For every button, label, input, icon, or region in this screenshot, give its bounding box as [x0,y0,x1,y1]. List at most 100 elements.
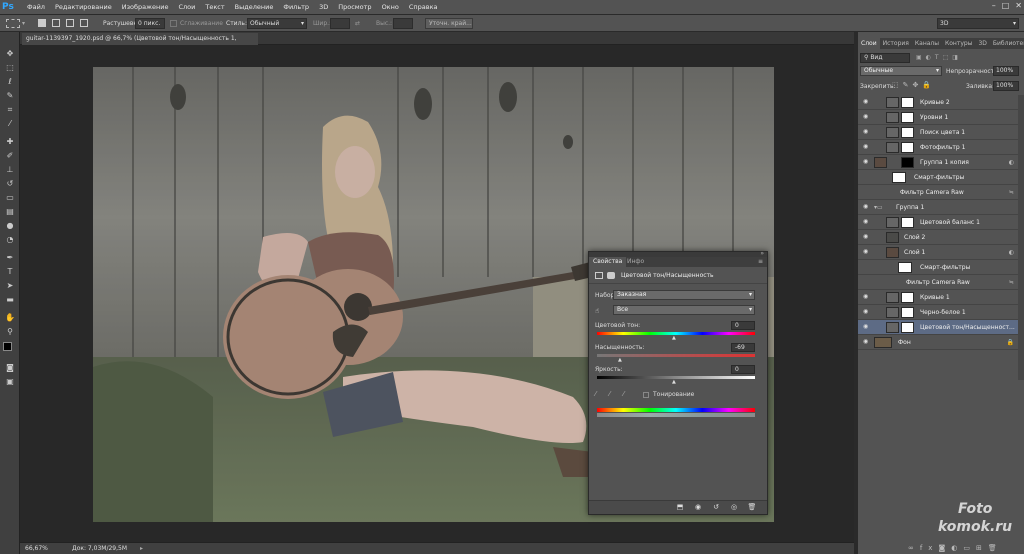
channel-select[interactable]: Все ▾ [613,305,755,315]
menu-edit[interactable]: Редактирование [50,0,117,15]
quick-select-tool-icon[interactable]: ✎ [4,90,16,102]
saturation-input[interactable]: -69 [731,343,755,352]
eye-icon[interactable]: ◉ [863,339,870,345]
eye-icon[interactable]: ◉ [863,309,870,315]
marquee-tool-icon[interactable]: ⬚ [4,62,16,74]
preset-select[interactable]: Заказная ▾ [613,290,755,300]
screen-mode-icon[interactable]: ▣ [4,376,16,388]
path-select-tool-icon[interactable]: ➤ [4,280,16,292]
healing-brush-tool-icon[interactable]: ✚ [4,136,16,148]
fill-input[interactable]: 100% [993,81,1019,91]
layer-row[interactable]: ◉ Черно-белое 1 [858,305,1018,320]
layer-row[interactable]: ◉ ▾▭ Группа 1 [858,200,1018,215]
eye-icon[interactable]: ◉ [863,144,870,150]
gradient-tool-icon[interactable]: ▤ [4,206,16,218]
layers-footer-icons[interactable]: ∞fx◙◐▭⊞🗑 [908,542,1024,554]
saturation-slider-thumb[interactable]: ▲ [618,357,622,363]
eye-icon[interactable]: ◉ [863,204,870,210]
eye-icon[interactable]: ◉ [863,324,870,330]
status-arrow-icon[interactable]: ▸ [140,543,143,554]
tab-paths[interactable]: Контуры [942,38,975,49]
pen-tool-icon[interactable]: ✒ [4,252,16,264]
panel-menu-icon[interactable]: ≡ [758,257,763,267]
style-select[interactable]: Обычный ▾ [247,18,307,29]
zoom-tool-icon[interactable]: ⚲ [4,326,16,338]
eyedropper-plus-icon[interactable]: ⁄ [609,390,610,398]
layer-row[interactable]: ◉ Уровни 1 [858,110,1018,125]
lock-icons[interactable]: ⬚✎✥🔒 [892,81,935,89]
menu-layers[interactable]: Слои [173,0,200,15]
layer-row[interactable]: ◉ Слой 2 [858,230,1018,245]
eye-icon[interactable]: ◉ [863,219,870,225]
workspace-select[interactable]: 3D ▾ [937,18,1019,29]
clip-to-layer-icon[interactable]: ⬒ [675,503,685,512]
add-selection-icon[interactable] [52,19,60,27]
layer-row[interactable]: ◉ Кривые 1 [858,290,1018,305]
hue-input[interactable]: 0 [731,321,755,330]
layer-row[interactable]: ◉ Слой 1 ◐ [858,245,1018,260]
colorize-checkbox[interactable] [643,392,649,398]
hand-tool-icon[interactable]: ✋ [4,312,16,324]
filter-options-icon[interactable]: ≒ [1009,185,1014,200]
lightness-input[interactable]: 0 [731,365,755,374]
menu-type[interactable]: Текст [200,0,229,15]
menu-window[interactable]: Окно [377,0,404,15]
marquee-tool-icon[interactable] [6,19,20,28]
menu-select[interactable]: Выделение [230,0,279,15]
refine-edge-button[interactable]: Уточн. край... [425,18,473,29]
width-input[interactable] [330,18,350,29]
layer-row[interactable]: ◉ Фон 🔒 [858,335,1018,350]
subtract-selection-icon[interactable] [66,19,74,27]
mask-icon[interactable] [607,272,615,279]
reset-icon[interactable]: ↺ [711,503,721,512]
delete-icon[interactable]: 🗑 [747,503,757,512]
filter-options-icon[interactable]: ≒ [1009,275,1014,290]
eye-icon[interactable]: ◉ [863,249,870,255]
brush-tool-icon[interactable]: ✐ [4,150,16,162]
eye-icon[interactable]: ◉ [863,294,870,300]
document-tab[interactable]: guitar-1139397_1920.psd @ 66,7% (Цветово… [22,33,258,54]
menu-3d[interactable]: 3D [314,0,333,15]
type-tool-icon[interactable]: T [4,266,16,278]
menu-filter[interactable]: Фильтр [278,0,314,15]
swap-icon[interactable]: ⇄ [355,18,360,29]
tab-properties[interactable]: Свойства [589,257,627,267]
blend-mode-select[interactable]: Обычные ▾ [860,66,942,76]
close-icon[interactable]: ✕ [1015,1,1022,10]
layer-row[interactable]: ◉ Фотофильтр 1 [858,140,1018,155]
eye-icon[interactable]: ◉ [863,129,870,135]
shape-tool-icon[interactable]: ▬ [4,294,16,306]
foreground-color-swatch[interactable] [3,342,12,351]
visibility-icon[interactable]: ◎ [729,503,739,512]
zoom-level[interactable]: 66,67% [25,543,48,554]
eye-icon[interactable]: ◉ [863,114,870,120]
layer-filter-select[interactable]: ⚲ Вид [860,53,910,63]
tool-preset-arrow-icon[interactable]: ▾ [22,18,25,29]
eye-icon[interactable]: ◉ [863,99,870,105]
maximize-icon[interactable]: □ [1002,1,1010,10]
tab-channels[interactable]: Каналы [912,38,942,49]
eyedropper-minus-icon[interactable]: ⁄ [623,390,624,398]
layer-row[interactable]: ◉ Цветовой баланс 1 [858,215,1018,230]
menu-image[interactable]: Изображение [117,0,174,15]
view-previous-icon[interactable]: ◉ [693,503,703,512]
quick-mask-icon[interactable]: ◙ [4,362,16,374]
eraser-tool-icon[interactable]: ▭ [4,192,16,204]
history-brush-tool-icon[interactable]: ↺ [4,178,16,190]
clone-stamp-tool-icon[interactable]: ⊥ [4,164,16,176]
crop-tool-icon[interactable]: ⌗ [4,104,16,116]
layer-row[interactable]: ◉ Группа 1 копия ◐ [858,155,1018,170]
blur-tool-icon[interactable]: ● [4,220,16,232]
hue-slider-thumb[interactable]: ▲ [672,335,676,341]
collapse-icon[interactable]: » [760,250,764,257]
layer-list-scrollbar[interactable] [1018,95,1024,380]
new-selection-icon[interactable] [38,19,46,27]
move-tool-icon[interactable]: ✥ [4,48,16,60]
tab-libraries[interactable]: Библиотеки [990,38,1024,49]
layer-row[interactable]: ◉ Кривые 2 [858,95,1018,110]
tab-history[interactable]: История [880,38,912,49]
eye-icon[interactable]: ◉ [863,159,870,165]
tab-layers[interactable]: Слои [858,38,880,49]
lightness-slider-thumb[interactable]: ▲ [672,379,676,385]
antialias-checkbox[interactable] [170,20,177,27]
